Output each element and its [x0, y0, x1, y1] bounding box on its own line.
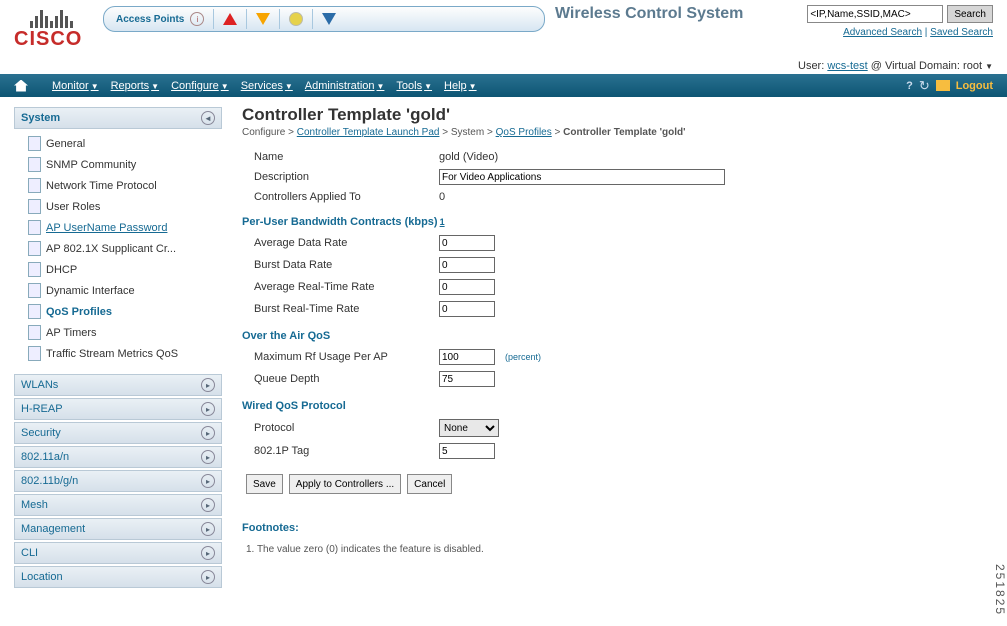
- menu-configure[interactable]: Configure▼: [171, 80, 229, 92]
- alarm-major-icon[interactable]: [256, 13, 270, 25]
- advanced-search-link[interactable]: Advanced Search: [843, 27, 922, 38]
- access-points-label: Access Points: [104, 14, 190, 25]
- menu-services[interactable]: Services▼: [241, 80, 293, 92]
- search-input[interactable]: [807, 5, 943, 23]
- sgroup-80211an[interactable]: 802.11a/n▸: [14, 446, 222, 468]
- name-value: gold (Video): [439, 151, 498, 163]
- sgroup-hreap[interactable]: H-REAP▸: [14, 398, 222, 420]
- 8021p-tag-input[interactable]: [439, 443, 495, 459]
- doc-icon: [28, 346, 41, 361]
- menu-reports[interactable]: Reports▼: [111, 80, 159, 92]
- avg-data-rate-input[interactable]: [439, 235, 495, 251]
- expand-icon: ▸: [201, 378, 215, 392]
- logout-link[interactable]: Logout: [956, 80, 993, 92]
- expand-icon: ▸: [201, 402, 215, 416]
- sitem-snmp[interactable]: SNMP Community: [28, 154, 222, 175]
- doc-icon: [28, 325, 41, 340]
- sgroup-wlans[interactable]: WLANs▸: [14, 374, 222, 396]
- sitem-traffic-stream[interactable]: Traffic Stream Metrics QoS: [28, 343, 222, 364]
- sgroup-location[interactable]: Location▸: [14, 566, 222, 588]
- doc-icon: [28, 241, 41, 256]
- app-title: Wireless Control System: [555, 5, 743, 23]
- alarm-info-icon[interactable]: [322, 13, 336, 25]
- burst-data-rate-input[interactable]: [439, 257, 495, 273]
- sitem-dynamic-interface[interactable]: Dynamic Interface: [28, 280, 222, 301]
- user-link[interactable]: wcs-test: [827, 60, 867, 72]
- info-icon[interactable]: i: [190, 12, 204, 26]
- controllers-count: 0: [439, 191, 445, 203]
- doc-icon: [28, 178, 41, 193]
- expand-icon: ▸: [201, 570, 215, 584]
- sitem-ntp[interactable]: Network Time Protocol: [28, 175, 222, 196]
- breadcrumb: Configure > Controller Template Launch P…: [242, 125, 993, 148]
- sitem-user-roles[interactable]: User Roles: [28, 196, 222, 217]
- expand-icon: ▸: [201, 474, 215, 488]
- sgroup-system[interactable]: System◄: [14, 107, 222, 129]
- apply-button[interactable]: Apply to Controllers ...: [289, 474, 401, 494]
- help-icon[interactable]: ?: [906, 80, 913, 92]
- doc-icon: [28, 304, 41, 319]
- doc-icon: [28, 136, 41, 151]
- sgroup-security[interactable]: Security▸: [14, 422, 222, 444]
- menu-administration[interactable]: Administration▼: [305, 80, 385, 92]
- menu-help[interactable]: Help▼: [444, 80, 477, 92]
- sgroup-mesh[interactable]: Mesh▸: [14, 494, 222, 516]
- sitem-ap-timers[interactable]: AP Timers: [28, 322, 222, 343]
- queue-depth-input[interactable]: [439, 371, 495, 387]
- sitem-ap-8021x[interactable]: AP 802.1X Supplicant Cr...: [28, 238, 222, 259]
- footnote-text: 1. The value zero (0) indicates the feat…: [242, 538, 993, 555]
- expand-icon: ▸: [201, 546, 215, 560]
- description-input[interactable]: [439, 169, 725, 185]
- max-rf-usage-input[interactable]: [439, 349, 495, 365]
- sitem-qos-profiles[interactable]: QoS Profiles: [28, 301, 222, 322]
- sitem-general[interactable]: General: [28, 133, 222, 154]
- menu-tools[interactable]: Tools▼: [396, 80, 432, 92]
- collapse-icon: ◄: [201, 111, 215, 125]
- menu-monitor[interactable]: Monitor▼: [52, 80, 99, 92]
- printer-icon[interactable]: [936, 80, 950, 91]
- home-icon[interactable]: [14, 80, 28, 92]
- bc-launchpad[interactable]: Controller Template Launch Pad: [297, 127, 440, 138]
- refresh-icon[interactable]: ↻: [919, 78, 930, 94]
- expand-icon: ▸: [201, 450, 215, 464]
- access-points-bar[interactable]: Access Points i: [103, 6, 545, 32]
- expand-icon: ▸: [201, 426, 215, 440]
- alarm-minor-icon[interactable]: [289, 12, 303, 26]
- avg-realtime-rate-input[interactable]: [439, 279, 495, 295]
- doc-icon: [28, 199, 41, 214]
- image-id: 251825: [993, 564, 1007, 616]
- cisco-logo: CISCO: [14, 2, 89, 51]
- save-button[interactable]: Save: [246, 474, 283, 494]
- expand-icon: ▸: [201, 522, 215, 536]
- sgroup-management[interactable]: Management▸: [14, 518, 222, 540]
- doc-icon: [28, 262, 41, 277]
- page-title: Controller Template 'gold': [242, 105, 993, 125]
- doc-icon: [28, 157, 41, 172]
- saved-search-link[interactable]: Saved Search: [930, 27, 993, 38]
- bc-qos[interactable]: QoS Profiles: [496, 127, 552, 138]
- cancel-button[interactable]: Cancel: [407, 474, 452, 494]
- doc-icon: [28, 283, 41, 298]
- doc-icon: [28, 220, 41, 235]
- expand-icon: ▸: [201, 498, 215, 512]
- footnote-link[interactable]: 1: [440, 217, 445, 227]
- sgroup-80211bgn[interactable]: 802.11b/g/n▸: [14, 470, 222, 492]
- alarm-critical-icon[interactable]: [223, 13, 237, 25]
- protocol-select[interactable]: None: [439, 419, 499, 437]
- burst-realtime-rate-input[interactable]: [439, 301, 495, 317]
- search-button[interactable]: Search: [947, 5, 993, 23]
- sgroup-cli[interactable]: CLI▸: [14, 542, 222, 564]
- sitem-ap-username[interactable]: AP UserName Password: [28, 217, 222, 238]
- sitem-dhcp[interactable]: DHCP: [28, 259, 222, 280]
